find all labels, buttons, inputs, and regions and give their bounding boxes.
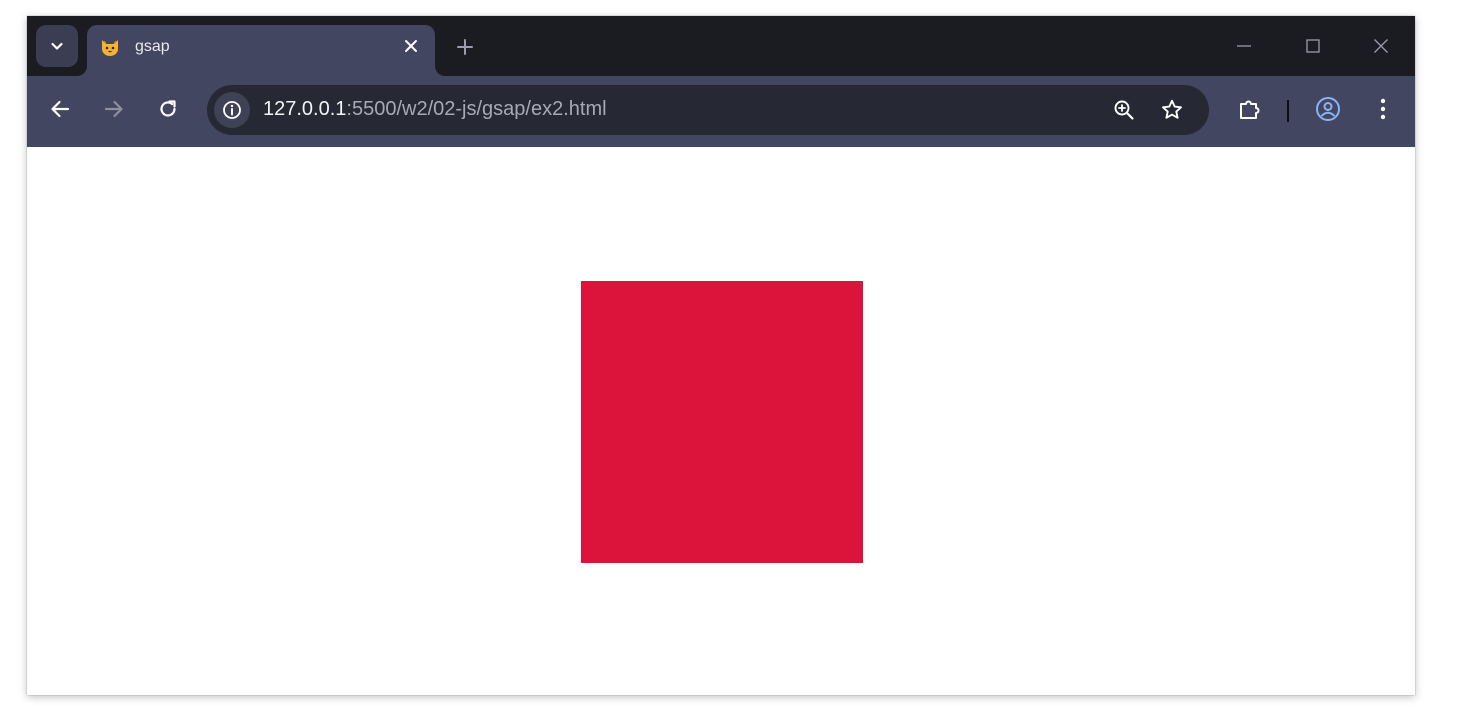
- close-icon: [405, 40, 417, 52]
- minimize-icon: [1237, 45, 1251, 47]
- tab-close-button[interactable]: [399, 34, 423, 58]
- maximize-icon: [1306, 39, 1320, 53]
- tab-strip: gsap: [27, 16, 1415, 76]
- page-viewport: [27, 147, 1415, 695]
- close-window-button[interactable]: [1365, 30, 1397, 62]
- account-circle-icon: [1316, 97, 1340, 121]
- tab-active[interactable]: gsap: [87, 25, 435, 76]
- maximize-button[interactable]: [1297, 30, 1329, 62]
- url-path: :5500/w2/02-js/gsap/ex2.html: [346, 98, 607, 120]
- star-icon: [1162, 99, 1182, 119]
- arrow-right-icon: [104, 100, 123, 118]
- menu-button[interactable]: [1367, 93, 1399, 125]
- chevron-down-icon: [51, 42, 63, 50]
- reload-icon: [160, 100, 176, 117]
- plus-icon: [457, 39, 473, 55]
- close-icon: [1374, 39, 1388, 53]
- extensions-button[interactable]: [1234, 93, 1266, 125]
- animated-box: [581, 281, 863, 563]
- profile-button[interactable]: [1312, 93, 1344, 125]
- toolbar-divider: [1287, 100, 1289, 122]
- tab-search-button[interactable]: [36, 25, 78, 67]
- puzzle-icon: [1240, 100, 1260, 119]
- reload-button[interactable]: [152, 93, 184, 125]
- back-button[interactable]: [44, 93, 76, 125]
- forward-button[interactable]: [98, 93, 130, 125]
- site-info-button[interactable]: [214, 92, 250, 128]
- zoom-button[interactable]: [1108, 94, 1140, 126]
- arrow-left-icon: [51, 100, 70, 118]
- browser-toolbar: 127.0.0.1:5500/w2/02-js/gsap/ex2.html: [27, 76, 1415, 148]
- browser-window: gsap 127.0.0.1:5500/w2/02-js/gsap/ex2.ht…: [27, 16, 1415, 695]
- address-bar[interactable]: 127.0.0.1:5500/w2/02-js/gsap/ex2.html: [207, 85, 1209, 135]
- cat-face-icon: [102, 40, 118, 56]
- new-tab-button[interactable]: [451, 33, 479, 61]
- url-host: 127.0.0.1: [263, 98, 347, 120]
- zoom-in-icon: [1114, 100, 1134, 120]
- url-text[interactable]: 127.0.0.1:5500/w2/02-js/gsap/ex2.html: [263, 98, 607, 121]
- tab-title: gsap: [135, 38, 170, 55]
- vertical-dots-icon: [1380, 98, 1386, 120]
- minimize-button[interactable]: [1228, 30, 1260, 62]
- info-icon: [223, 101, 241, 119]
- bookmark-button[interactable]: [1156, 94, 1188, 126]
